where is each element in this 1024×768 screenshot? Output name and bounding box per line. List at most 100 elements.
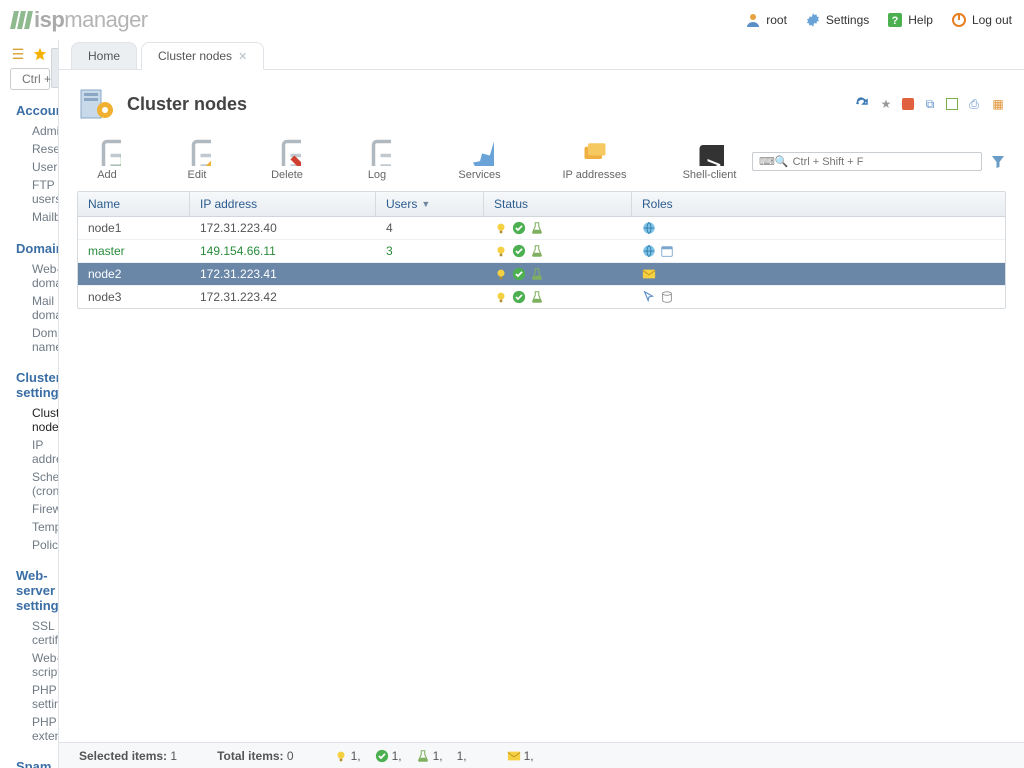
settings-view-icon[interactable]: ▦: [990, 96, 1006, 112]
bulb-icon: [494, 290, 508, 304]
nav-item-domain-names[interactable]: Domain names: [32, 324, 50, 356]
nav-group-accounts[interactable]: Accounts: [10, 102, 50, 118]
page-title: Cluster nodes: [127, 94, 247, 115]
user-link-label: root: [766, 13, 787, 27]
mail-icon: [507, 749, 521, 763]
doc-plus-icon: [93, 138, 121, 166]
user-link-settings[interactable]: Settings: [805, 12, 869, 28]
nav-item-ip-addresses[interactable]: IP addresses: [32, 436, 50, 468]
favorites-icon[interactable]: [32, 46, 48, 62]
gear-icon: [805, 12, 821, 28]
table-row[interactable]: node2172.31.223.41: [78, 263, 1005, 286]
cluster-nodes-icon: [77, 84, 117, 124]
nav-item-mail-domains[interactable]: Mail domains: [32, 292, 50, 324]
db-icon: [660, 290, 674, 304]
col-users[interactable]: Users▼: [376, 192, 484, 216]
services-button[interactable]: Services: [437, 138, 522, 181]
star-icon[interactable]: ★: [878, 96, 894, 112]
nav-item-web-scripts[interactable]: Web-scripts: [32, 649, 50, 681]
refresh-icon[interactable]: [854, 96, 870, 112]
pencil-icon: [183, 138, 211, 166]
tab-label: Home: [88, 49, 120, 63]
cell-status: [484, 286, 632, 308]
globe-icon: [642, 221, 656, 235]
nav-item-web-domains[interactable]: Web-domains: [32, 260, 50, 292]
table-row[interactable]: node3172.31.223.42: [78, 286, 1005, 308]
nav-item-users[interactable]: Users: [32, 158, 50, 176]
funnel-icon[interactable]: [990, 154, 1006, 170]
print-icon[interactable]: ⎙: [966, 96, 982, 112]
delete-button[interactable]: Delete: [257, 138, 317, 181]
table-row[interactable]: node1172.31.223.404: [78, 217, 1005, 240]
log-icon: [363, 138, 391, 166]
flask-icon: [416, 749, 430, 763]
header-user-links: root Settings Help Log out: [745, 12, 1012, 28]
nav-item-firewall[interactable]: Firewall: [32, 500, 50, 518]
col-ip[interactable]: IP address: [190, 192, 376, 216]
cell-name: node3: [78, 286, 190, 308]
folders-icon: [581, 138, 609, 166]
sidebar-collapse-handle[interactable]: [51, 48, 59, 88]
user-link-root[interactable]: root: [745, 12, 787, 28]
nav-group-spam filter[interactable]: Spam filter: [10, 759, 50, 768]
shell-button[interactable]: Shell-client: [667, 138, 752, 181]
cell-name: node2: [78, 263, 190, 285]
bulb-icon: [494, 221, 508, 235]
user-link-label: Settings: [826, 13, 869, 27]
nav-item-scheduler-cron-[interactable]: Scheduler (cron): [32, 468, 50, 500]
flask-icon: [530, 221, 544, 235]
table-filter[interactable]: ⌨︎🔍: [752, 152, 982, 171]
cell-roles: [632, 263, 1005, 285]
keyboard-icon: ⌨︎🔍: [759, 155, 789, 168]
nav-item-cluster-nodes[interactable]: Cluster nodes: [32, 404, 50, 436]
edit-button[interactable]: Edit: [167, 138, 227, 181]
close-icon[interactable]: ✕: [238, 50, 247, 63]
selected-value: 1: [170, 749, 177, 763]
table-filter-input[interactable]: [793, 156, 975, 168]
services-icon: [466, 138, 494, 166]
tree-icon[interactable]: ☰: [10, 46, 26, 62]
col-status[interactable]: Status: [484, 192, 632, 216]
ipaddr-button[interactable]: IP addresses: [552, 138, 637, 181]
sort-desc-icon: ▼: [421, 199, 430, 209]
user-link-logout[interactable]: Log out: [951, 12, 1012, 28]
export-icon[interactable]: [946, 98, 958, 110]
bulb-icon: [494, 267, 508, 281]
log-button[interactable]: Log: [347, 138, 407, 181]
nav-item-administrators[interactable]: Administrators: [32, 122, 50, 140]
col-name[interactable]: Name: [78, 192, 190, 216]
cell-roles: [632, 286, 1005, 308]
nav-item-ftp-users[interactable]: FTP users: [32, 176, 50, 208]
tab-home[interactable]: Home: [71, 42, 137, 69]
sidebar-search[interactable]: [10, 68, 50, 90]
cell-name: node1: [78, 217, 190, 239]
user-link-help[interactable]: Help: [887, 12, 933, 28]
add-button[interactable]: Add: [77, 138, 137, 181]
nav-item-php-extensions[interactable]: PHP extensions: [32, 713, 50, 745]
nav-item-ssl-certificates[interactable]: SSL certificates: [32, 617, 50, 649]
nav-item-policy[interactable]: Policy: [32, 536, 50, 554]
nav-group-cluster settings[interactable]: Cluster settings: [10, 370, 50, 400]
nav-group-domains[interactable]: Domains: [10, 240, 50, 256]
nav-group-web-server settings[interactable]: Web-server settings: [10, 568, 50, 613]
square-red-icon[interactable]: [902, 98, 914, 110]
status-bar: Selected items: 1 Total items: 0 1, 1, 1…: [59, 742, 1024, 768]
nav-item-mailboxes[interactable]: Mailboxes: [32, 208, 50, 226]
logout-icon: [951, 12, 967, 28]
nav-item-resellers[interactable]: Resellers: [32, 140, 50, 158]
tab-cluster-nodes[interactable]: Cluster nodes ✕: [141, 42, 264, 70]
cell-users: [376, 270, 484, 278]
terminal-icon: [696, 138, 724, 166]
nav-item-php-settings[interactable]: PHP settings: [32, 681, 50, 713]
nav-item-templates[interactable]: Templates: [32, 518, 50, 536]
total-label: Total items:: [217, 749, 283, 763]
table-row[interactable]: master149.154.66.113: [78, 240, 1005, 263]
cell-status: [484, 240, 632, 262]
cell-ip: 172.31.223.41: [190, 263, 376, 285]
sidebar: ☰ 📋 + − × AccountsAdministratorsReseller…: [0, 40, 59, 768]
col-roles[interactable]: Roles: [632, 192, 1005, 216]
tab-label: Cluster nodes: [158, 49, 232, 63]
total-value: 0: [287, 749, 294, 763]
copy-icon[interactable]: ⧉: [922, 96, 938, 112]
user-icon: [745, 12, 761, 28]
